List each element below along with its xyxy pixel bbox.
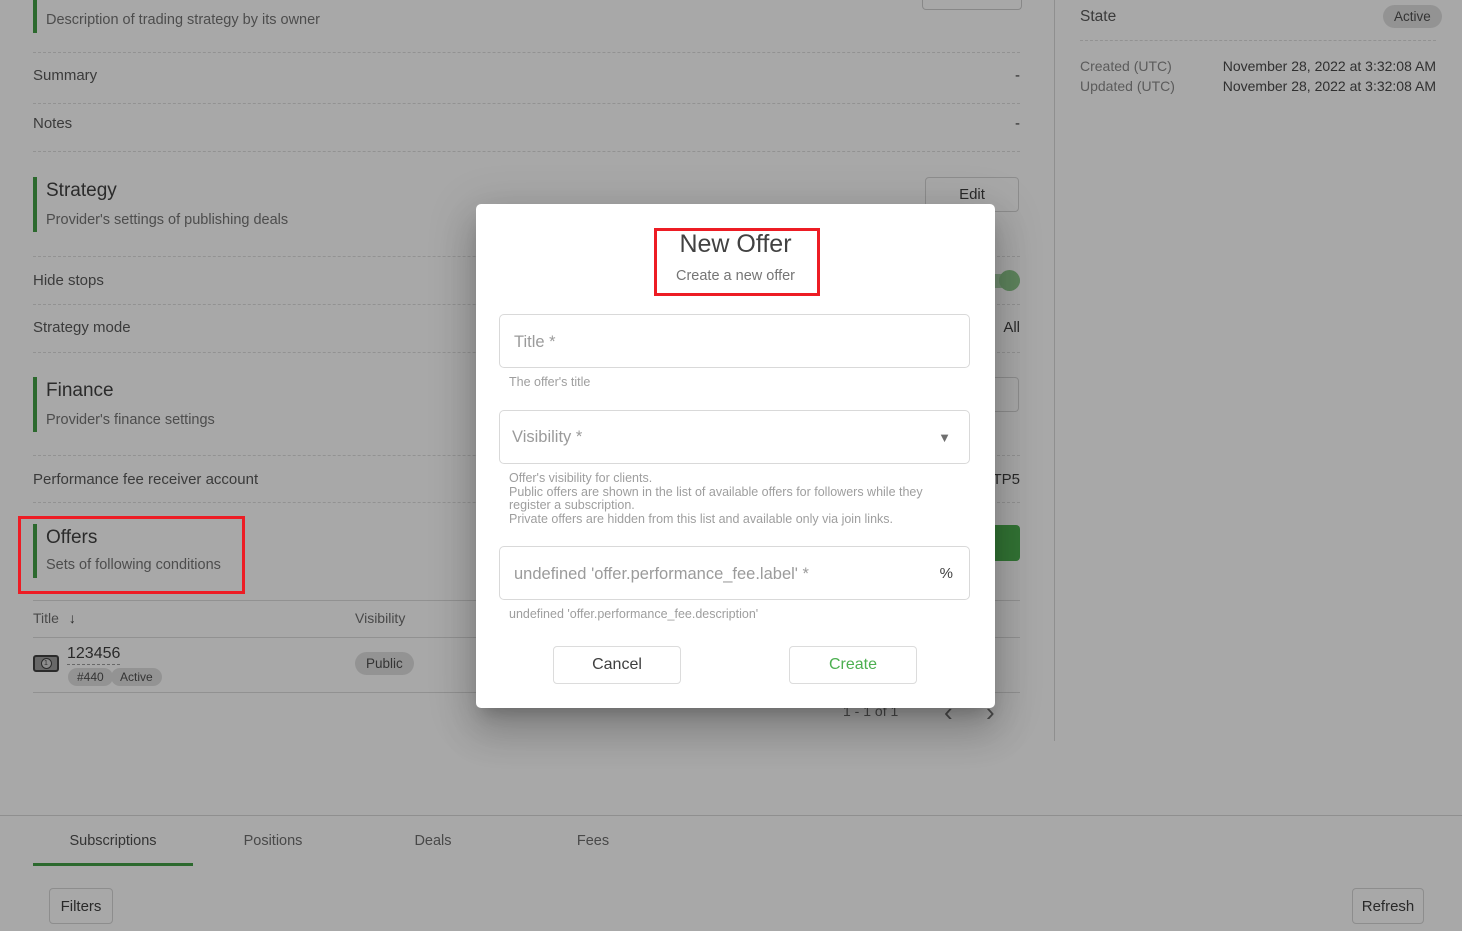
annotation-box-offers (18, 516, 245, 594)
provider-detail-page: Description of trading strategy by its o… (0, 0, 1462, 931)
chevron-down-icon: ▼ (938, 411, 951, 463)
visibility-helper: Offer's visibility for clients. Public o… (509, 472, 933, 526)
create-button[interactable]: Create (789, 646, 917, 684)
percent-suffix: % (940, 547, 953, 599)
visibility-select[interactable]: Visibility * ▼ (499, 410, 970, 464)
performance-fee-input[interactable] (512, 547, 916, 601)
annotation-box-new-offer (654, 228, 820, 296)
visibility-select-label: Visibility * (512, 411, 582, 463)
performance-fee-helper: undefined 'offer.performance_fee.descrip… (509, 608, 758, 622)
cancel-button[interactable]: Cancel (553, 646, 681, 684)
performance-fee-field[interactable]: % (499, 546, 970, 600)
title-input[interactable] (512, 315, 916, 369)
title-field[interactable] (499, 314, 970, 368)
title-helper: The offer's title (509, 376, 590, 390)
